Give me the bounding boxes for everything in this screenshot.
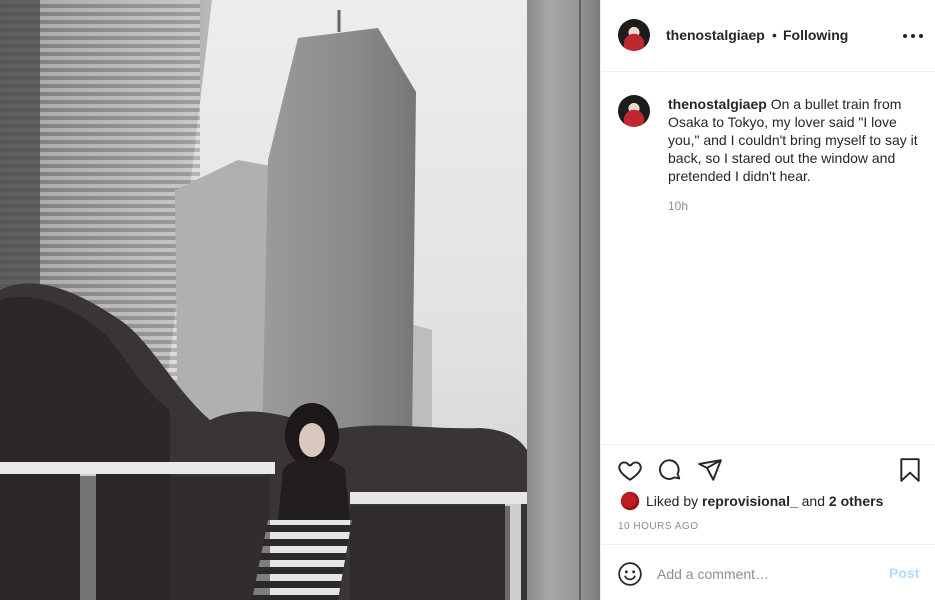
comment-bar: Post — [601, 544, 935, 600]
author-avatar[interactable] — [618, 19, 650, 51]
post-comment-button[interactable]: Post — [889, 565, 919, 581]
post-detail-panel: thenostalgiaep • Following thenostalgiae… — [600, 0, 935, 600]
paper-plane-icon[interactable] — [697, 457, 723, 483]
post-header: thenostalgiaep • Following — [601, 0, 935, 72]
bookmark-icon[interactable] — [897, 457, 923, 483]
liked-by-prefix: Liked by — [646, 493, 699, 509]
separator-dot: • — [772, 27, 777, 43]
post-timestamp[interactable]: 10 HOURS AGO — [618, 521, 698, 532]
emoji-smiley-icon[interactable] — [617, 561, 643, 587]
comment-input[interactable] — [657, 563, 877, 585]
author-username[interactable]: thenostalgiaep — [666, 27, 765, 43]
liked-by-user[interactable]: reprovisional_ — [702, 493, 798, 509]
caption-timestamp[interactable]: 10h — [668, 199, 688, 213]
liked-by-text: Liked by reprovisional_ and 2 others — [646, 493, 883, 509]
caption-avatar[interactable] — [618, 95, 650, 127]
comment-bubble-icon[interactable] — [657, 457, 683, 483]
liked-by-and: and — [801, 493, 825, 509]
caption-section: thenostalgiaep On a bullet train from Os… — [601, 73, 935, 445]
more-options-icon[interactable] — [901, 26, 925, 46]
post-photo[interactable] — [0, 0, 600, 600]
following-button[interactable]: Following — [783, 27, 848, 43]
caption: thenostalgiaep On a bullet train from Os… — [668, 95, 920, 185]
concrete-pillar — [527, 0, 600, 600]
photo-scene — [0, 0, 550, 600]
liked-by-others[interactable]: 2 others — [829, 493, 883, 509]
caption-username[interactable]: thenostalgiaep — [668, 96, 767, 112]
liker-avatar[interactable] — [620, 491, 640, 511]
action-bar — [601, 444, 935, 496]
heart-icon[interactable] — [617, 457, 643, 483]
